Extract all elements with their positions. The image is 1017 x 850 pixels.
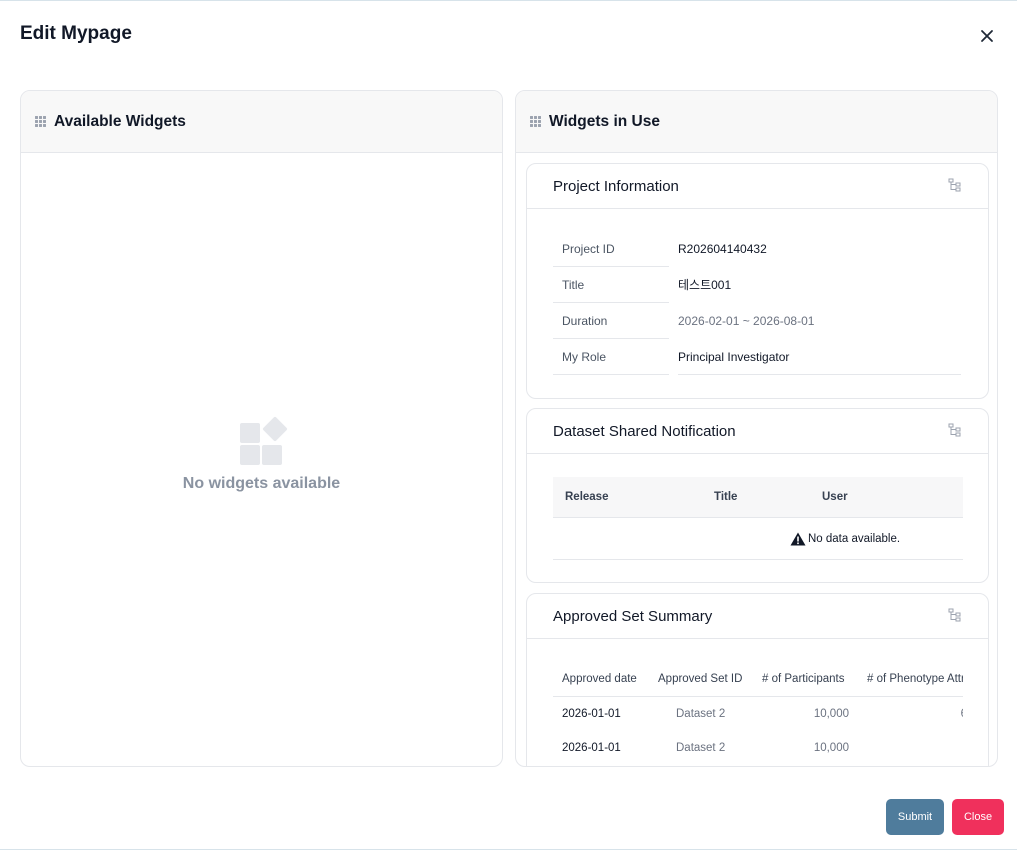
widget-title: Dataset Shared Notification — [553, 422, 736, 440]
info-label: My Role — [553, 339, 669, 375]
modal-title: Edit Mypage — [20, 23, 132, 44]
table-cell: Dataset 2 — [676, 742, 726, 754]
table-cell: Dataset 2 — [676, 708, 726, 720]
info-value: Principal Investigator — [678, 339, 961, 375]
empty-state: No widgets available — [21, 411, 502, 493]
widgets-in-use-list[interactable]: Project Information Project ID R20260414… — [516, 154, 997, 766]
info-row: Project ID R202604140432 — [553, 231, 961, 267]
widget-header: Dataset Shared Notification — [527, 409, 988, 454]
widget-title: Project Information — [553, 177, 679, 195]
widgets-in-use-title: Widgets in Use — [549, 112, 660, 130]
empty-message-text: No data available. — [808, 533, 901, 545]
table-row[interactable]: 2026-01-01 Dataset 2 10,000 — [553, 731, 963, 765]
table-empty-row: No data available. — [553, 518, 963, 560]
drag-handle-icon — [530, 116, 541, 127]
table-cell: 6 — [961, 697, 963, 731]
tree-structure-icon[interactable] — [948, 178, 962, 192]
column-header[interactable]: Approved Set ID — [658, 667, 742, 691]
table-cell: 2026-01-01 — [562, 708, 621, 720]
edit-mypage-modal: Edit Mypage Available Widgets No widgets… — [0, 0, 1017, 850]
table-row[interactable]: 2026-01-01 Dataset 2 10,000 6 — [553, 697, 963, 731]
approved-set-table: Approved date Approved Set ID # of Parti… — [553, 667, 963, 765]
project-information-widget[interactable]: Project Information Project ID R20260414… — [526, 163, 989, 399]
available-widgets-title: Available Widgets — [54, 112, 186, 130]
available-widgets-header: Available Widgets — [21, 91, 502, 153]
column-header[interactable]: Title — [714, 477, 737, 518]
table-header: Approved date Approved Set ID # of Parti… — [553, 667, 963, 697]
info-label: Title — [553, 267, 669, 303]
column-header[interactable]: Approved date — [562, 667, 637, 691]
warning-icon — [790, 532, 806, 546]
column-header[interactable]: User — [822, 477, 848, 518]
info-value: 테스트001 — [678, 278, 732, 292]
column-header[interactable]: Release — [565, 477, 608, 518]
drag-handle-icon — [35, 116, 46, 127]
table-cell: 2026-01-01 — [562, 742, 621, 754]
submit-button[interactable]: Submit — [886, 799, 944, 835]
widgets-in-use-header: Widgets in Use — [516, 91, 997, 153]
widget-title: Approved Set Summary — [553, 607, 713, 625]
tree-structure-icon[interactable] — [948, 423, 962, 437]
info-label: Project ID — [553, 231, 669, 267]
info-value: R202604140432 — [678, 242, 767, 256]
empty-state-text: No widgets available — [182, 475, 341, 492]
widgets-in-use-panel: Widgets in Use Project Information Proje… — [515, 90, 998, 767]
empty-message: No data available. — [790, 518, 900, 560]
info-row: Title 테스트001 — [553, 267, 961, 303]
close-icon[interactable] — [976, 25, 998, 47]
approved-set-summary-widget[interactable]: Approved Set Summary Approved date Appro… — [526, 593, 989, 766]
column-header[interactable]: # of Phenotype Attributes — [867, 667, 963, 691]
dataset-shared-table: Release Title User No data available. — [553, 477, 963, 560]
available-widgets-panel: Available Widgets No widgets available — [20, 90, 503, 767]
info-row: My Role Principal Investigator — [553, 339, 961, 375]
info-label: Duration — [553, 303, 669, 339]
close-button[interactable]: Close — [952, 799, 1004, 835]
tree-structure-icon[interactable] — [948, 608, 962, 622]
widgets-placeholder-icon — [237, 411, 288, 465]
table-cell: 10,000 — [813, 742, 849, 754]
table-cell: 10,000 — [813, 708, 849, 720]
column-header[interactable]: # of Participants — [762, 667, 844, 691]
dataset-shared-notification-widget[interactable]: Dataset Shared Notification Release Titl… — [526, 408, 989, 583]
widget-header: Project Information — [527, 164, 988, 209]
widget-header: Approved Set Summary — [527, 594, 988, 639]
info-row: Duration 2026-02-01 ~ 2026-08-01 — [553, 303, 961, 339]
info-value: 2026-02-01 ~ 2026-08-01 — [678, 314, 815, 328]
table-header: Release Title User — [553, 477, 963, 518]
